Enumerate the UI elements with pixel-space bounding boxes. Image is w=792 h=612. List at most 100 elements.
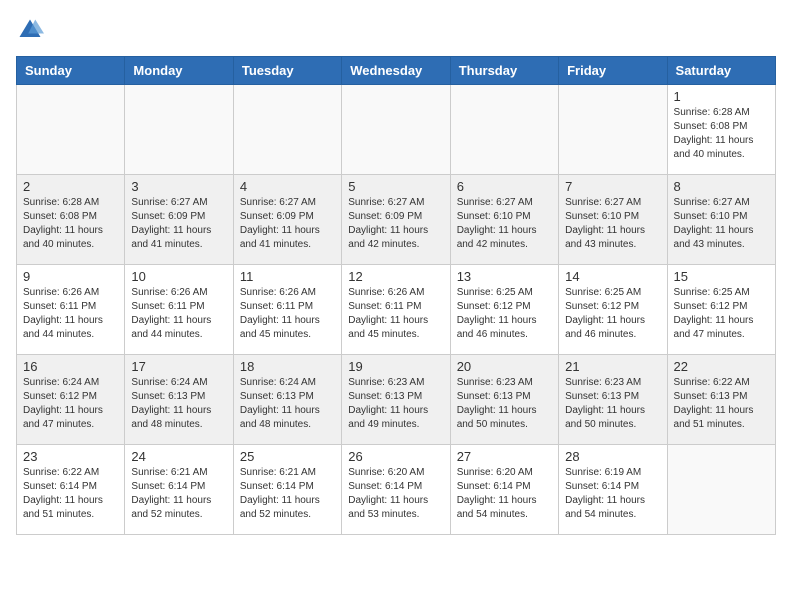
day-info: Sunrise: 6:27 AM Sunset: 6:09 PM Dayligh… xyxy=(348,196,443,252)
day-info: Sunrise: 6:24 AM Sunset: 6:12 PM Dayligh… xyxy=(23,376,118,432)
day-info: Sunrise: 6:26 AM Sunset: 6:11 PM Dayligh… xyxy=(23,286,118,342)
day-info: Sunrise: 6:22 AM Sunset: 6:13 PM Dayligh… xyxy=(674,376,769,432)
calendar-cell: 16 Sunrise: 6:24 AM Sunset: 6:12 PM Dayli… xyxy=(17,355,125,445)
day-info: Sunrise: 6:27 AM Sunset: 6:10 PM Dayligh… xyxy=(565,196,660,252)
day-info: Sunrise: 6:23 AM Sunset: 6:13 PM Dayligh… xyxy=(348,376,443,432)
day-number: 25 xyxy=(240,449,335,464)
day-number: 2 xyxy=(23,179,118,194)
day-number: 18 xyxy=(240,359,335,374)
day-info: Sunrise: 6:25 AM Sunset: 6:12 PM Dayligh… xyxy=(674,286,769,342)
day-number: 20 xyxy=(457,359,552,374)
day-number: 11 xyxy=(240,269,335,284)
calendar-cell xyxy=(125,85,233,175)
day-number: 19 xyxy=(348,359,443,374)
calendar-table: SundayMondayTuesdayWednesdayThursdayFrid… xyxy=(16,56,776,535)
calendar-cell: 8 Sunrise: 6:27 AM Sunset: 6:10 PM Daylig… xyxy=(667,175,775,265)
calendar-cell: 27 Sunrise: 6:20 AM Sunset: 6:14 PM Dayli… xyxy=(450,445,558,535)
calendar-cell: 12 Sunrise: 6:26 AM Sunset: 6:11 PM Dayli… xyxy=(342,265,450,355)
calendar-cell: 22 Sunrise: 6:22 AM Sunset: 6:13 PM Dayli… xyxy=(667,355,775,445)
day-number: 22 xyxy=(674,359,769,374)
calendar-cell: 13Sunrise: 6:25 AM Sunset: 6:12 PM Dayli… xyxy=(450,265,558,355)
calendar-cell: 21 Sunrise: 6:23 AM Sunset: 6:13 PM Dayli… xyxy=(559,355,667,445)
day-info: Sunrise: 6:21 AM Sunset: 6:14 PM Dayligh… xyxy=(240,466,335,522)
calendar-week-row: 16 Sunrise: 6:24 AM Sunset: 6:12 PM Dayli… xyxy=(17,355,776,445)
day-info: Sunrise: 6:25 AM Sunset: 6:12 PM Dayligh… xyxy=(565,286,660,342)
calendar-day-header: Sunday xyxy=(17,57,125,85)
day-number: 8 xyxy=(674,179,769,194)
calendar-cell xyxy=(450,85,558,175)
day-info: Sunrise: 6:28 AM Sunset: 6:08 PM Dayligh… xyxy=(23,196,118,252)
day-info: Sunrise: 6:25 AM Sunset: 6:12 PM Dayligh… xyxy=(457,286,552,342)
calendar-day-header: Friday xyxy=(559,57,667,85)
day-number: 7 xyxy=(565,179,660,194)
calendar-cell: 1 Sunrise: 6:28 AM Sunset: 6:08 PM Daylig… xyxy=(667,85,775,175)
day-info: Sunrise: 6:26 AM Sunset: 6:11 PM Dayligh… xyxy=(131,286,226,342)
calendar-cell: 10 Sunrise: 6:26 AM Sunset: 6:11 PM Dayli… xyxy=(125,265,233,355)
calendar-cell: 19 Sunrise: 6:23 AM Sunset: 6:13 PM Dayli… xyxy=(342,355,450,445)
day-info: Sunrise: 6:24 AM Sunset: 6:13 PM Dayligh… xyxy=(131,376,226,432)
day-info: Sunrise: 6:20 AM Sunset: 6:14 PM Dayligh… xyxy=(457,466,552,522)
day-number: 10 xyxy=(131,269,226,284)
calendar-cell: 23 Sunrise: 6:22 AM Sunset: 6:14 PM Dayli… xyxy=(17,445,125,535)
day-number: 12 xyxy=(348,269,443,284)
logo-icon xyxy=(16,16,44,44)
day-number: 5 xyxy=(348,179,443,194)
calendar-week-row: 1 Sunrise: 6:28 AM Sunset: 6:08 PM Daylig… xyxy=(17,85,776,175)
day-number: 27 xyxy=(457,449,552,464)
calendar-cell: 11Sunrise: 6:26 AM Sunset: 6:11 PM Dayli… xyxy=(233,265,341,355)
calendar-cell: 20 Sunrise: 6:23 AM Sunset: 6:13 PM Dayli… xyxy=(450,355,558,445)
calendar-cell xyxy=(342,85,450,175)
day-info: Sunrise: 6:26 AM Sunset: 6:11 PM Dayligh… xyxy=(348,286,443,342)
calendar-cell xyxy=(667,445,775,535)
logo xyxy=(16,16,48,44)
day-info: Sunrise: 6:22 AM Sunset: 6:14 PM Dayligh… xyxy=(23,466,118,522)
day-number: 1 xyxy=(674,89,769,104)
day-info: Sunrise: 6:24 AM Sunset: 6:13 PM Dayligh… xyxy=(240,376,335,432)
day-info: Sunrise: 6:20 AM Sunset: 6:14 PM Dayligh… xyxy=(348,466,443,522)
calendar-week-row: 9 Sunrise: 6:26 AM Sunset: 6:11 PM Daylig… xyxy=(17,265,776,355)
day-info: Sunrise: 6:27 AM Sunset: 6:09 PM Dayligh… xyxy=(131,196,226,252)
day-number: 17 xyxy=(131,359,226,374)
calendar-body: 1 Sunrise: 6:28 AM Sunset: 6:08 PM Daylig… xyxy=(17,85,776,535)
calendar-cell: 9 Sunrise: 6:26 AM Sunset: 6:11 PM Daylig… xyxy=(17,265,125,355)
day-info: Sunrise: 6:23 AM Sunset: 6:13 PM Dayligh… xyxy=(457,376,552,432)
day-info: Sunrise: 6:23 AM Sunset: 6:13 PM Dayligh… xyxy=(565,376,660,432)
calendar-cell xyxy=(233,85,341,175)
day-info: Sunrise: 6:27 AM Sunset: 6:10 PM Dayligh… xyxy=(674,196,769,252)
day-number: 9 xyxy=(23,269,118,284)
calendar-day-header: Wednesday xyxy=(342,57,450,85)
calendar-cell: 24 Sunrise: 6:21 AM Sunset: 6:14 PM Dayli… xyxy=(125,445,233,535)
calendar-cell: 6 Sunrise: 6:27 AM Sunset: 6:10 PM Daylig… xyxy=(450,175,558,265)
day-number: 3 xyxy=(131,179,226,194)
calendar-cell: 2 Sunrise: 6:28 AM Sunset: 6:08 PM Daylig… xyxy=(17,175,125,265)
calendar-cell: 5 Sunrise: 6:27 AM Sunset: 6:09 PM Daylig… xyxy=(342,175,450,265)
day-info: Sunrise: 6:27 AM Sunset: 6:10 PM Dayligh… xyxy=(457,196,552,252)
calendar-cell: 14 Sunrise: 6:25 AM Sunset: 6:12 PM Dayli… xyxy=(559,265,667,355)
calendar-day-header: Saturday xyxy=(667,57,775,85)
day-number: 6 xyxy=(457,179,552,194)
calendar-week-row: 23 Sunrise: 6:22 AM Sunset: 6:14 PM Dayli… xyxy=(17,445,776,535)
calendar-header-row: SundayMondayTuesdayWednesdayThursdayFrid… xyxy=(17,57,776,85)
calendar-cell xyxy=(17,85,125,175)
day-info: Sunrise: 6:19 AM Sunset: 6:14 PM Dayligh… xyxy=(565,466,660,522)
day-number: 14 xyxy=(565,269,660,284)
calendar-cell: 25 Sunrise: 6:21 AM Sunset: 6:14 PM Dayli… xyxy=(233,445,341,535)
day-number: 15 xyxy=(674,269,769,284)
day-number: 21 xyxy=(565,359,660,374)
calendar-week-row: 2 Sunrise: 6:28 AM Sunset: 6:08 PM Daylig… xyxy=(17,175,776,265)
calendar-cell: 26 Sunrise: 6:20 AM Sunset: 6:14 PM Dayli… xyxy=(342,445,450,535)
day-number: 24 xyxy=(131,449,226,464)
day-number: 4 xyxy=(240,179,335,194)
day-number: 28 xyxy=(565,449,660,464)
day-info: Sunrise: 6:28 AM Sunset: 6:08 PM Dayligh… xyxy=(674,106,769,162)
day-number: 26 xyxy=(348,449,443,464)
calendar-day-header: Monday xyxy=(125,57,233,85)
calendar-cell: 4 Sunrise: 6:27 AM Sunset: 6:09 PM Daylig… xyxy=(233,175,341,265)
calendar-cell: 18 Sunrise: 6:24 AM Sunset: 6:13 PM Dayli… xyxy=(233,355,341,445)
calendar-cell: 17 Sunrise: 6:24 AM Sunset: 6:13 PM Dayli… xyxy=(125,355,233,445)
day-number: 23 xyxy=(23,449,118,464)
calendar-cell: 3 Sunrise: 6:27 AM Sunset: 6:09 PM Daylig… xyxy=(125,175,233,265)
day-info: Sunrise: 6:27 AM Sunset: 6:09 PM Dayligh… xyxy=(240,196,335,252)
day-info: Sunrise: 6:21 AM Sunset: 6:14 PM Dayligh… xyxy=(131,466,226,522)
day-number: 16 xyxy=(23,359,118,374)
